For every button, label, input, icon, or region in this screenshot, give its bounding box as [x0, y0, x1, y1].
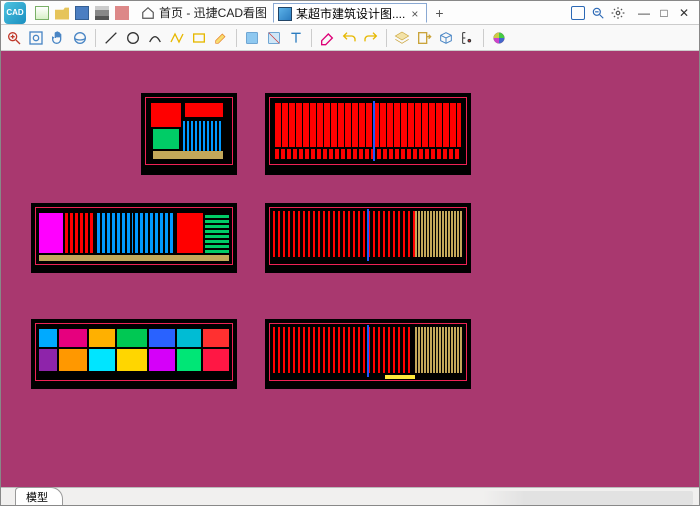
- line-tool-icon[interactable]: [102, 29, 120, 47]
- drawing-plan-1: [141, 93, 237, 175]
- home-icon: [141, 6, 155, 20]
- tab-model[interactable]: 模型: [15, 487, 63, 505]
- drawing-plan-5: [31, 319, 237, 389]
- layer-off-icon[interactable]: [265, 29, 283, 47]
- main-toolbar: [1, 25, 699, 51]
- box3d-icon[interactable]: [437, 29, 455, 47]
- tab-home[interactable]: 首页 - 迅捷CAD看图: [135, 4, 273, 21]
- highlight-tool-icon[interactable]: [212, 29, 230, 47]
- window-maximize-button[interactable]: □: [655, 6, 673, 20]
- measure-icon[interactable]: [459, 29, 477, 47]
- drawing-plan-4: [265, 203, 471, 273]
- drawing-canvas[interactable]: [1, 51, 699, 487]
- drawing-plan-3: [31, 203, 237, 273]
- polyline-tool-icon[interactable]: [168, 29, 186, 47]
- export-icon[interactable]: [415, 29, 433, 47]
- arc-tool-icon[interactable]: [146, 29, 164, 47]
- document-tab-label: 某超市建筑设计图....: [296, 5, 405, 22]
- zoom-out-icon[interactable]: [591, 6, 605, 20]
- save-file-icon[interactable]: [75, 6, 89, 20]
- redo-icon[interactable]: [362, 29, 380, 47]
- tab-document-active[interactable]: 某超市建筑设计图.... ×: [273, 3, 427, 23]
- print-icon[interactable]: [95, 6, 109, 20]
- zoom-window-icon[interactable]: [5, 29, 23, 47]
- pan-icon[interactable]: [49, 29, 67, 47]
- erase-tool-icon[interactable]: [318, 29, 336, 47]
- display-mode-icon[interactable]: [571, 6, 585, 20]
- orbit-icon[interactable]: [71, 29, 89, 47]
- window-close-button[interactable]: ✕: [675, 6, 693, 20]
- close-file-icon[interactable]: [115, 6, 129, 20]
- layers-panel-icon[interactable]: [393, 29, 411, 47]
- layer-icon[interactable]: [243, 29, 261, 47]
- new-tab-button[interactable]: +: [427, 5, 451, 21]
- open-file-icon[interactable]: [55, 6, 69, 20]
- home-tab-label: 首页 - 迅捷CAD看图: [159, 4, 267, 21]
- zoom-extents-icon[interactable]: [27, 29, 45, 47]
- status-bar-hint: [483, 491, 693, 505]
- document-icon: [278, 7, 292, 21]
- undo-icon[interactable]: [340, 29, 358, 47]
- window-minimize-button[interactable]: —: [635, 6, 653, 20]
- new-file-icon[interactable]: [35, 6, 49, 20]
- tab-close-button[interactable]: ×: [409, 7, 420, 21]
- drawing-plan-6: [265, 319, 471, 389]
- quick-toolbar: [29, 6, 135, 20]
- rectangle-tool-icon[interactable]: [190, 29, 208, 47]
- text-tool-icon[interactable]: [287, 29, 305, 47]
- settings-icon[interactable]: [611, 6, 625, 20]
- app-icon: CAD: [4, 2, 26, 24]
- color-wheel-icon[interactable]: [490, 29, 508, 47]
- drawing-plan-2: [265, 93, 471, 175]
- circle-tool-icon[interactable]: [124, 29, 142, 47]
